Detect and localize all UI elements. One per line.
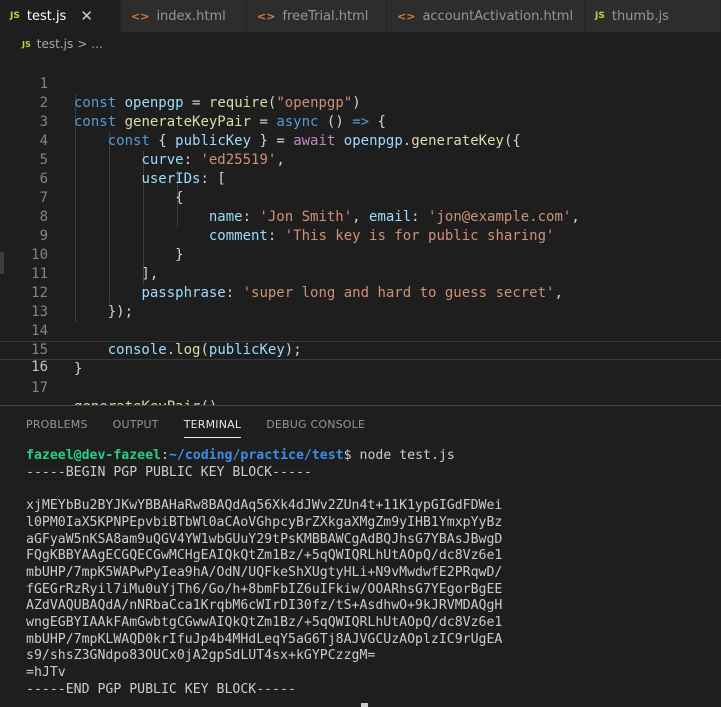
html-file-icon: <> [257,9,276,23]
prompt-path: ~/coding/practice/test [168,448,344,463]
tab-thumb-js[interactable]: JS thumb.js [585,0,721,32]
terminal-line: s9/shsZ3GNdpo83OUCx0jA2gpSdLUT4sx+kGYPCz… [26,648,376,664]
code-line-current[interactable]: 16 [0,341,721,375]
terminal-output[interactable]: fazeel@dev-fazeel:~/coding/practice/test… [26,448,502,699]
editor-tab-bar: JS test.js ✕ <> index.html <> freeTrial.… [0,0,721,32]
javascript-file-icon: JS [22,39,31,49]
tab-index-html[interactable]: <> index.html [121,0,247,32]
tab-label: test.js [26,8,67,24]
prompt-dollar: $ [343,448,360,463]
code-line: 5 userIDs: [ [0,132,721,187]
panel-tabs: PROBLEMS OUTPUT TERMINAL DEBUG CONSOLE [26,418,390,438]
code-line: 1 const openpgp = require("openpgp") [0,56,721,111]
breadcrumb-file[interactable]: test.js [37,37,73,51]
javascript-file-icon: JS [10,11,20,21]
code-line: 7 name: 'Jon Smith', email: 'jon@example… [0,170,721,225]
terminal-line: mbUHP/7mpK5WAPwPyIea9hA/OdN/UQFkeShXUgty… [26,564,503,580]
terminal-line: xjMEYbBu2BYJKwYBBAHaRw8BAQdAq56Xk4dJWv2Z… [26,498,503,514]
code-line: 12 }); [0,265,721,320]
terminal-prompt-line: fazeel@dev-fazeel:~/coding/practice/test… [26,448,502,465]
prompt-colon: : [160,448,169,463]
code-line: 14 console.log(publicKey); [0,303,721,358]
terminal-line: aGFyaW5nKSA8am9uQGV4YW1wbGUuY29tPsKMBBAW… [26,531,503,547]
prompt-user: fazeel@dev-fazeel [26,448,161,463]
tab-output[interactable]: OUTPUT [113,418,159,438]
breadcrumb: JS test.js > ... [0,35,721,53]
line-number: 17 [31,380,48,396]
code-editor[interactable]: 1 const openpgp = require("openpgp") 2 c… [0,56,721,415]
code-line: 3 const { publicKey } = await openpgp.ge… [0,94,721,149]
tab-problems[interactable]: PROBLEMS [26,418,88,438]
breadcrumb-symbols[interactable]: ... [91,37,102,51]
terminal-line: =hJTv [26,665,66,681]
code-line: 11 passphrase: 'super long and hard to g… [0,246,721,301]
html-file-icon: <> [397,9,416,23]
code-line: 10 ], [0,227,721,282]
tab-debug-console[interactable]: DEBUG CONSOLE [266,418,365,438]
code-line: 9 } [0,208,721,263]
close-icon[interactable]: ✕ [80,7,93,25]
tab-accountactivation-html[interactable]: <> accountActivation.html [387,0,585,32]
terminal-line: fGEGrRzRyil7iMu0uYjTh6/Go/h+8bmFbIZ6uIFk… [26,581,503,597]
terminal-line: wngEGBYIAAkFAmGwbtgCGwwAIQkQtZm1Bz/+5qQW… [26,615,503,631]
tab-label: accountActivation.html [422,8,574,24]
tab-label: freeTrial.html [282,8,369,24]
terminal-line: mbUHP/7mpKLWAQD0krIfuJp4b4MHdLeqY5aG6Tj8… [26,631,503,647]
tab-freetrial-html[interactable]: <> freeTrial.html [247,0,387,32]
tab-label: thumb.js [611,8,669,24]
terminal-line: -----BEGIN PGP PUBLIC KEY BLOCK----- [26,464,312,480]
terminal-command: node test.js [359,448,455,463]
code-line: 8 comment: 'This key is for public shari… [0,189,721,244]
code-line: 4 curve: 'ed25519', [0,113,721,168]
tab-terminal[interactable]: TERMINAL [183,418,242,438]
terminal-cursor [361,703,368,707]
html-file-icon: <> [131,9,150,23]
terminal-line: l0PM0IaX5KPNPEpvbiBTbWl0aCAoVGhpcyBrZXkg… [26,514,503,530]
sash-handle[interactable] [0,252,4,274]
bottom-panel: PROBLEMS OUTPUT TERMINAL DEBUG CONSOLE f… [0,405,721,707]
code-line: 13 [0,284,721,320]
terminal-line: -----END PGP PUBLIC KEY BLOCK----- [26,681,296,697]
code-line: 6 { [0,151,721,206]
breadcrumb-separator: > [77,37,88,51]
javascript-file-icon: JS [595,11,605,21]
terminal-line: AZdVAQUBAQdA/nNRbaCca1KrqbM6cWIrDI30fz/t… [26,598,503,614]
terminal-line: FQgKBBYAAgECGQECGwMCHgEAIQkQtZm1Bz/+5qQW… [26,548,503,564]
code-line: 17 generateKeyPair() [0,360,721,415]
code-line: 2 const generateKeyPair = async () => { [0,75,721,130]
code-line: 15 } [0,322,721,377]
tab-label: index.html [156,8,226,24]
tab-test-js[interactable]: JS test.js ✕ [0,0,121,32]
